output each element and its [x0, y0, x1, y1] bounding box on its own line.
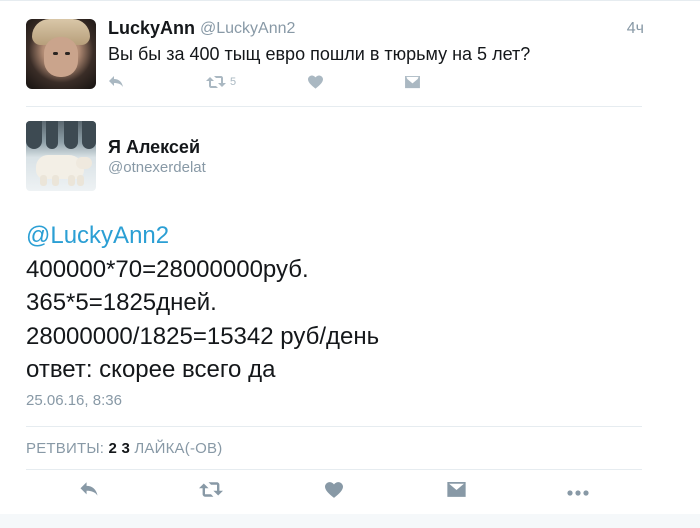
retweet-button[interactable]: [198, 480, 224, 504]
main-author-avatar[interactable]: [26, 121, 96, 191]
parent-author-avatar[interactable]: [26, 19, 96, 89]
parent-author-handle[interactable]: @LuckyAnn2: [200, 20, 295, 38]
avatar-tree: [64, 121, 78, 149]
avatar-tree: [82, 121, 96, 149]
divider: [26, 106, 642, 107]
parent-tweet-actions: 5: [108, 72, 428, 92]
tweet-line: ответ: скорее всего да: [26, 356, 276, 383]
avatar-bear-leg: [52, 175, 59, 186]
retweets-label[interactable]: РЕТВИТЫ:: [26, 440, 104, 457]
reply-icon: [79, 481, 99, 503]
tweet-line: 28000000/1825=15342 руб/день: [26, 322, 380, 350]
main-tweet-actions: [0, 480, 700, 504]
likes-label[interactable]: ЛАЙКА(-ОВ): [134, 440, 222, 457]
bottom-band: [0, 514, 700, 528]
main-author-handle[interactable]: @otnexerdelat: [108, 159, 206, 176]
reply-button[interactable]: [108, 72, 124, 92]
parent-tweet-text: Вы бы за 400 тыщ евро пошли в тюрьму на …: [108, 44, 531, 64]
avatar-bear-leg: [40, 175, 47, 186]
retweet-count: 5: [230, 76, 237, 88]
retweet-button[interactable]: 5: [206, 72, 236, 92]
avatar-bear-leg: [77, 175, 84, 186]
main-author-name[interactable]: Я Алексей: [108, 137, 200, 158]
message-button[interactable]: [405, 72, 420, 92]
parent-tweet-time[interactable]: 4ч: [627, 20, 644, 38]
retweets-count[interactable]: 2: [109, 440, 118, 457]
parent-author-name[interactable]: LuckyAnn: [108, 18, 195, 39]
retweet-icon: [206, 75, 226, 89]
retweet-icon: [199, 481, 223, 503]
avatar-bear-leg: [68, 175, 75, 186]
mention-link[interactable]: @LuckyAnn2: [26, 219, 379, 253]
avatar-face: [44, 37, 78, 77]
avatar-tree: [46, 121, 58, 149]
more-icon: [567, 483, 589, 501]
main-tweet-text: @LuckyAnn2 400000*70=28000000руб. 365*5=…: [26, 219, 379, 387]
divider: [26, 426, 642, 427]
tweet-line: 365*5=1825дней.: [26, 289, 217, 316]
more-button[interactable]: [565, 480, 591, 504]
reply-button[interactable]: [76, 480, 102, 504]
likes-count[interactable]: 3: [121, 440, 130, 457]
message-button[interactable]: [443, 480, 469, 504]
tweet-date: 25.06.16, 8:36: [26, 392, 122, 409]
avatar-eye: [65, 52, 70, 55]
reply-icon: [108, 75, 124, 89]
tweet-line: 400000*70=28000000руб.: [26, 255, 309, 283]
parent-tweet[interactable]: LuckyAnn @LuckyAnn2 4ч Вы бы за 400 тыщ …: [0, 0, 700, 106]
like-button[interactable]: [321, 480, 347, 504]
avatar-bear-head: [76, 157, 92, 169]
like-button[interactable]: [308, 72, 323, 92]
tweet-stats: РЕТВИТЫ: 2 3 ЛАЙКА(-ОВ): [26, 440, 222, 457]
like-icon: [325, 481, 343, 503]
avatar-tree: [26, 121, 42, 149]
divider: [26, 469, 642, 470]
message-icon: [446, 481, 466, 503]
like-icon: [308, 75, 323, 89]
avatar-eye: [53, 52, 58, 55]
message-icon: [405, 75, 420, 89]
